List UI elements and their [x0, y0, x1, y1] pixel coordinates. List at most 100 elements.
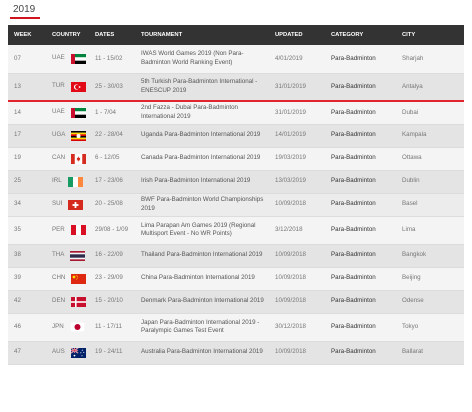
category-cell: Para-Badminton	[325, 124, 396, 148]
header-category: CATEGORY	[325, 25, 396, 45]
dates-cell: 23 - 29/09	[89, 267, 135, 291]
country-cell: PER	[46, 216, 89, 245]
tournament-link[interactable]: BWF Para-Badminton World Championships 2…	[135, 193, 269, 217]
week-cell: 14	[8, 101, 46, 125]
week-cell: 38	[8, 244, 46, 268]
tournament-link[interactable]: Thailand Para-Badminton International 20…	[135, 244, 269, 268]
table-row: 38 THA 16 - 22/09 Thailand Para-Badminton I…	[8, 244, 464, 268]
category-cell: Para-Badminton	[325, 101, 396, 125]
country-code: CHN	[52, 274, 66, 282]
week-cell: 07	[8, 45, 46, 74]
table-header-row: WEEK COUNTRY DATES TOURNAMENT UPDATED CA…	[8, 25, 464, 45]
updated-cell: 30/12/2018	[269, 313, 325, 342]
table-row: 35 PER 29/08 - 1/09 Lima Parapan Am Games 2…	[8, 216, 464, 245]
tournament-link[interactable]: Irish Para-Badminton International 2019	[135, 170, 269, 194]
category-cell: Para-Badminton	[325, 73, 396, 102]
table-row: 19 CAN 6 - 12/05 Canada Para-Badminton Inte…	[8, 147, 464, 171]
week-cell: 42	[8, 290, 46, 314]
tournament-schedule-table: WEEK COUNTRY DATES TOURNAMENT UPDATED CA…	[8, 25, 464, 365]
updated-cell: 13/03/2019	[269, 170, 325, 194]
country-cell: CHN	[46, 267, 89, 291]
category-cell: Para-Badminton	[325, 193, 396, 217]
country-code: DEN	[52, 297, 66, 305]
updated-cell: 19/03/2019	[269, 147, 325, 171]
tournament-link[interactable]: Lima Parapan Am Games 2019 (Regional Mul…	[135, 216, 269, 245]
updated-cell: 3/12/2018	[269, 216, 325, 245]
uae-flag-icon	[70, 53, 86, 64]
week-cell: 46	[8, 313, 46, 342]
city-cell: Antalya	[396, 73, 464, 102]
table-row: 34 SUI 20 - 25/08 BWF Para-Badminton World …	[8, 193, 464, 217]
country-code: JPN	[52, 322, 64, 330]
table-row: 46 JPN 11 - 17/11 Japan Para-Badminton Inte…	[8, 313, 464, 342]
header-city: CITY	[396, 25, 464, 45]
updated-cell: 10/09/2018	[269, 244, 325, 268]
updated-cell: 10/09/2018	[269, 267, 325, 291]
city-cell: Sharjah	[396, 45, 464, 74]
city-cell: Dublin	[396, 170, 464, 194]
tournament-link[interactable]: Australia Para-Badminton International 2…	[135, 341, 269, 365]
updated-cell: 31/01/2019	[269, 73, 325, 102]
week-cell: 25	[8, 170, 46, 194]
country-code: PER	[52, 225, 65, 233]
country-cell: DEN	[46, 290, 89, 314]
table-row: 14 UAE 1 - 7/04 2nd Fazza - Dubai Para-Badm…	[8, 101, 464, 125]
dates-cell: 1 - 7/04	[89, 101, 135, 125]
tournament-link[interactable]: Japan Para-Badminton International 2019 …	[135, 313, 269, 342]
city-cell: Bangkok	[396, 244, 464, 268]
dates-cell: 6 - 12/05	[89, 147, 135, 171]
dates-cell: 16 - 22/09	[89, 244, 135, 268]
year-tab-2019[interactable]: 2019	[10, 2, 40, 19]
header-updated: UPDATED	[269, 25, 325, 45]
city-cell: Ottawa	[396, 147, 464, 171]
updated-cell: 4/01/2019	[269, 45, 325, 74]
country-cell: UGA	[46, 124, 89, 148]
dates-cell: 29/08 - 1/09	[89, 216, 135, 245]
updated-cell: 10/09/2018	[269, 290, 325, 314]
country-code: AUS	[52, 348, 65, 356]
week-cell: 34	[8, 193, 46, 217]
category-cell: Para-Badminton	[325, 170, 396, 194]
thailand-flag-icon	[70, 250, 86, 261]
ireland-flag-icon	[67, 176, 83, 187]
japan-flag-icon	[69, 322, 85, 332]
week-cell: 17	[8, 124, 46, 148]
country-cell: UAE	[46, 101, 89, 125]
city-cell: Beijing	[396, 267, 464, 291]
uganda-flag-icon	[71, 130, 87, 141]
switzerland-flag-icon	[68, 199, 84, 210]
category-cell: Para-Badminton	[325, 290, 396, 314]
header-tournament: TOURNAMENT	[135, 25, 269, 45]
country-cell: CAN	[46, 147, 89, 171]
china-flag-icon	[71, 273, 87, 284]
city-cell: Basel	[396, 193, 464, 217]
peru-flag-icon	[70, 225, 86, 235]
dates-cell: 11 - 15/02	[89, 45, 135, 74]
updated-cell: 14/01/2019	[269, 124, 325, 148]
country-cell: IRL	[46, 170, 89, 194]
category-cell: Para-Badminton	[325, 267, 396, 291]
updated-cell: 31/01/2019	[269, 101, 325, 125]
tournament-link[interactable]: 2nd Fazza - Dubai Para-Badminton Interna…	[135, 101, 269, 125]
tournament-link[interactable]: IWAS World Games 2019 (Non Para-Badminto…	[135, 45, 269, 74]
country-code: TUR	[52, 82, 65, 90]
header-country: COUNTRY	[46, 25, 89, 45]
category-cell: Para-Badminton	[325, 147, 396, 171]
tournament-link[interactable]: 5th Turkish Para-Badminton International…	[135, 73, 269, 102]
country-cell: THA	[46, 244, 89, 268]
country-code: THA	[52, 251, 65, 259]
country-code: IRL	[52, 177, 62, 185]
denmark-flag-icon	[71, 296, 87, 307]
tournament-link[interactable]: Denmark Para-Badminton International 201…	[135, 290, 269, 314]
city-cell: Lima	[396, 216, 464, 245]
country-cell: UAE	[46, 45, 89, 74]
tournament-link[interactable]: Canada Para-Badminton International 2019	[135, 147, 269, 171]
tournament-link[interactable]: China Para-Badminton International 2019	[135, 267, 269, 291]
header-week: WEEK	[8, 25, 46, 45]
tournament-link[interactable]: Uganda Para-Badminton International 2019	[135, 124, 269, 148]
category-cell: Para-Badminton	[325, 341, 396, 365]
city-cell: Dubai	[396, 101, 464, 125]
table-row: 47 AUS 19 - 24/11 Australia Para-Badminton …	[8, 341, 464, 365]
australia-flag-icon	[70, 347, 86, 358]
dates-cell: 11 - 17/11	[89, 313, 135, 342]
